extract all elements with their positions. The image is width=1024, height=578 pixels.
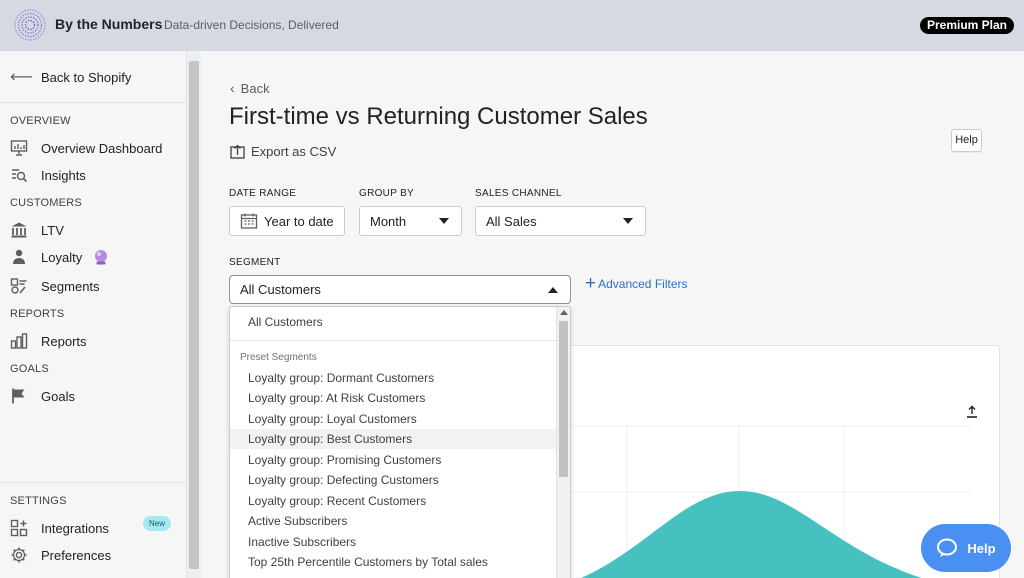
insights-icon [10, 166, 28, 184]
date-range-picker[interactable]: Year to date [229, 206, 345, 236]
sidebar-item-loyalty[interactable]: Loyalty [10, 247, 110, 267]
integrations-icon [10, 519, 28, 537]
scroll-up-arrow-icon[interactable] [560, 310, 568, 315]
export-icon [230, 144, 245, 159]
advanced-filters-button[interactable]: + Advanced Filters [585, 273, 688, 294]
dropdown-option[interactable]: Top 25th Percentile Customers by Total s… [230, 552, 558, 572]
sidebar-item-label: LTV [41, 222, 64, 238]
sidebar-item-label: Preferences [41, 547, 112, 563]
date-range-label: DATE RANGE [229, 188, 297, 199]
help-chat-button[interactable]: Help [921, 524, 1011, 572]
sidebar-item-label: Loyalty [41, 249, 83, 265]
dropdown-separator [230, 340, 558, 341]
section-settings: SETTINGS [10, 495, 67, 507]
section-reports: REPORTS [10, 308, 65, 320]
group-by-label: GROUP BY [359, 188, 415, 199]
sidebar-item-label: Reports [41, 333, 87, 349]
arrow-left-icon: ⟵ [10, 69, 33, 86]
chart-area-series [580, 491, 922, 578]
sidebar-item-overview-dashboard[interactable]: Overview Dashboard [10, 138, 162, 158]
dropdown-option-all-customers[interactable]: All Customers [248, 315, 323, 329]
date-range-value: Year to date [264, 213, 334, 229]
section-customers: CUSTOMERS [10, 197, 82, 209]
dropdown-option-highlighted[interactable]: Loyalty group: Best Customers [230, 429, 558, 449]
segment-value: All Customers [240, 282, 321, 297]
back-link[interactable]: ‹ Back [230, 80, 270, 96]
section-overview: OVERVIEW [10, 115, 71, 127]
segments-icon [10, 277, 28, 295]
flag-icon [10, 387, 28, 405]
dropdown-group-label: Preset Segments [240, 352, 317, 363]
advanced-filters-label: Advanced Filters [598, 277, 688, 291]
back-to-shopify-link[interactable]: ⟵ Back to Shopify [10, 67, 131, 87]
sidebar-item-label: Insights [41, 167, 86, 183]
sidebar-item-label: Integrations [41, 520, 109, 536]
dropdown-scrollbar-thumb[interactable] [559, 321, 568, 477]
person-icon [10, 248, 28, 266]
export-csv-button[interactable]: Export as CSV [230, 144, 336, 159]
caret-down-icon [623, 218, 633, 224]
chevron-left-icon: ‹ [230, 80, 235, 96]
segment-dropdown-menu: All Customers Preset Segments Loyalty gr… [229, 306, 571, 578]
chat-bubble-icon [937, 538, 958, 557]
sidebar-item-segments[interactable]: Segments [10, 276, 100, 296]
sidebar-item-goals[interactable]: Goals [10, 386, 75, 406]
dropdown-option[interactable]: Loyalty group: Loyal Customers [230, 409, 558, 429]
sidebar-item-ltv[interactable]: LTV [10, 220, 64, 240]
app-logo-icon [14, 9, 46, 41]
dropdown-option[interactable]: Inactive Subscribers [230, 532, 558, 552]
app-tagline: Data-driven Decisions, Delivered [164, 18, 339, 32]
page-title: First-time vs Returning Customer Sales [229, 103, 648, 130]
plus-icon: + [585, 273, 597, 294]
sidebar-divider [0, 102, 187, 103]
help-chat-label: Help [967, 540, 996, 556]
sidebar-item-label: Goals [41, 388, 75, 404]
plan-badge[interactable]: Premium Plan [919, 17, 1014, 34]
crystal-ball-icon [95, 250, 108, 265]
sales-channel-select[interactable]: All Sales [475, 206, 646, 236]
new-badge: New [143, 516, 171, 531]
sidebar-item-reports[interactable]: Reports [10, 331, 87, 351]
gear-icon [10, 546, 28, 564]
help-button[interactable]: Help [951, 129, 982, 152]
dropdown-option[interactable]: Active Subscribers [230, 511, 558, 531]
top-bar: By the Numbers Data-driven Decisions, De… [0, 0, 1024, 51]
dropdown-option[interactable]: Loyalty group: Defecting Customers [230, 470, 558, 490]
sidebar-item-integrations[interactable]: Integrations [10, 518, 109, 538]
app-name: By the Numbers [55, 16, 163, 32]
sidebar-item-insights[interactable]: Insights [10, 165, 86, 185]
dropdown-option[interactable]: Loyalty group: At Risk Customers [230, 388, 558, 408]
segment-select[interactable]: All Customers [229, 275, 571, 304]
group-by-select[interactable]: Month [359, 206, 462, 236]
sidebar-item-preferences[interactable]: Preferences [10, 545, 111, 565]
export-csv-label: Export as CSV [251, 144, 337, 159]
segment-label: SEGMENT [229, 257, 281, 268]
sidebar-scrollbar-thumb[interactable] [189, 61, 199, 569]
dropdown-scrollbar[interactable] [556, 307, 570, 578]
caret-up-icon [548, 287, 558, 293]
sidebar-divider [0, 482, 187, 483]
sales-channel-value: All Sales [486, 213, 537, 229]
caret-down-icon [439, 218, 449, 224]
group-by-value: Month [370, 213, 407, 229]
back-label: Back [240, 80, 270, 96]
sidebar-item-label: Segments [41, 278, 100, 294]
sidebar-scrollbar[interactable] [187, 51, 201, 578]
sidebar-item-label: Overview Dashboard [41, 140, 163, 156]
bar-chart-icon [10, 332, 28, 350]
sales-channel-label: SALES CHANNEL [475, 188, 562, 199]
dashboard-icon [10, 139, 28, 157]
download-chart-icon[interactable] [967, 405, 977, 418]
back-to-shopify-label: Back to Shopify [41, 69, 132, 85]
dropdown-option[interactable]: Loyalty group: Recent Customers [230, 491, 558, 511]
dropdown-option[interactable]: Loyalty group: Promising Customers [230, 450, 558, 470]
dropdown-option[interactable]: Loyalty group: Dormant Customers [230, 368, 558, 388]
calendar-icon [240, 213, 258, 229]
section-goals: GOALS [10, 363, 49, 375]
bank-icon [10, 221, 28, 239]
